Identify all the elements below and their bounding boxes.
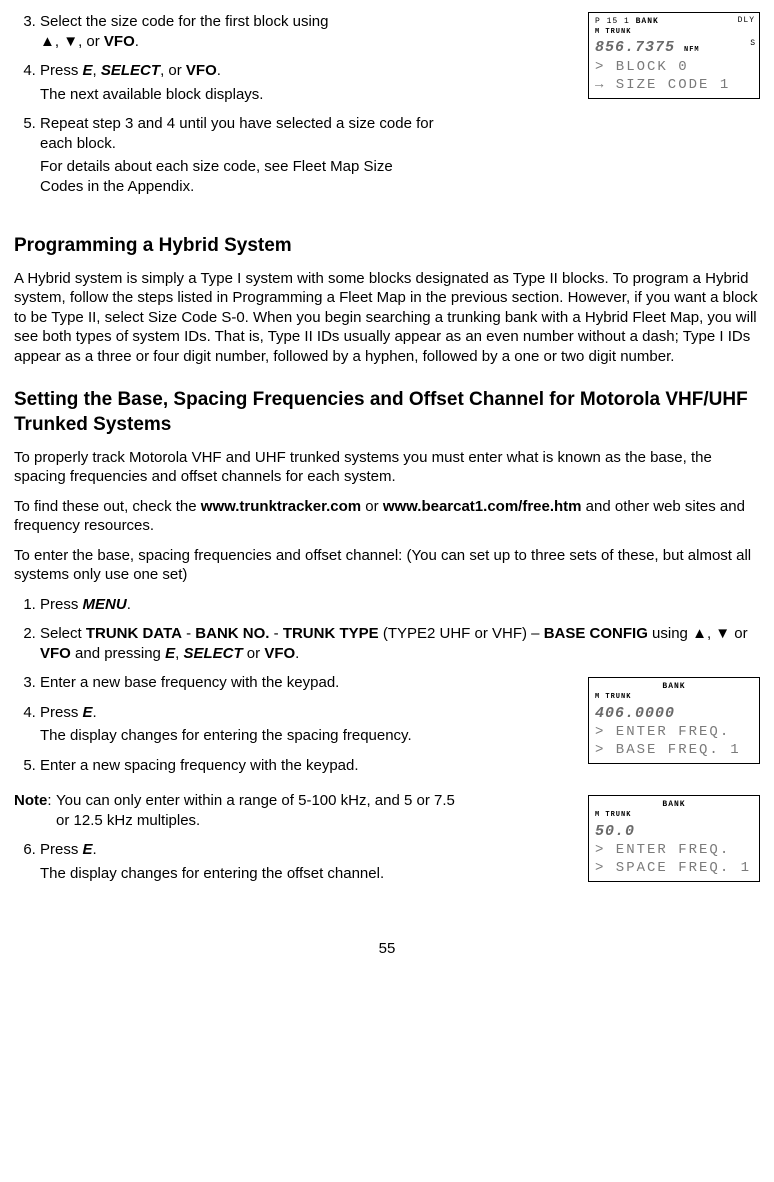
link-bearcat: www.bearcat1.com/free.htm (383, 498, 582, 515)
lcd1-nfm: NFM (684, 46, 700, 54)
lcd1-dly: DLY (738, 16, 755, 26)
lcd2-frequency: 406.0000 (595, 705, 675, 722)
select-key: SELECT (183, 645, 242, 662)
lcd2-line2: > BASE FREQ. 1 (595, 741, 753, 759)
step-5: Repeat step 3 and 4 until you have selec… (40, 114, 760, 196)
lcd-screenshot-1: P 15 1 BANK DLY M TRUNK 856.7375 NFM S >… (588, 12, 760, 99)
paragraph-base-2: To find these out, check the www.trunktr… (14, 497, 760, 536)
e-key: E (83, 704, 93, 721)
down-arrow-icon: ▼ (715, 625, 730, 642)
lcd2-line1: > ENTER FREQ. (595, 723, 753, 741)
step-5-sub: For details about each size code, see Fl… (40, 157, 440, 196)
bstep-6-sub: The display changes for entering the off… (40, 864, 440, 884)
lcd3-line2: > SPACE FREQ. 1 (595, 859, 753, 877)
lcd1-bank-label: BANK (636, 17, 659, 26)
vfo-key: VFO (40, 645, 71, 662)
link-trunktracker: www.trunktracker.com (201, 498, 361, 515)
lcd3-line1: > ENTER FREQ. (595, 841, 753, 859)
heading-hybrid: Programming a Hybrid System (14, 234, 760, 259)
lcd1-line2: → SIZE CODE 1 (595, 76, 753, 94)
lcd3-bank-label: BANK (662, 800, 685, 809)
lcd3-mode: M TRUNK (595, 811, 753, 820)
page-number: 55 (14, 939, 760, 959)
up-arrow-icon: ▲ (692, 625, 707, 642)
vfo-key: VFO (264, 645, 295, 662)
paragraph-base-3: To enter the base, spacing frequencies a… (14, 546, 760, 585)
lcd1-line1: > BLOCK 0 (595, 58, 753, 76)
vfo-key: VFO (186, 62, 217, 79)
step-4-sub: The next available block displays. (40, 85, 576, 105)
bstep-1: Press MENU. (40, 595, 760, 615)
lcd-screenshot-3: BANK M TRUNK 50.0 > ENTER FREQ. > SPACE … (588, 795, 760, 882)
page-content: P 15 1 BANK DLY M TRUNK 856.7375 NFM S >… (14, 12, 760, 959)
lcd1-topleft: P 15 1 (595, 17, 630, 26)
lcd-screenshot-2: BANK M TRUNK 406.0000 > ENTER FREQ. > BA… (588, 677, 760, 764)
vfo-key: VFO (104, 33, 135, 50)
up-arrow-icon: ▲ (40, 33, 55, 50)
bstep-2: Select TRUNK DATA - BANK NO. - TRUNK TYP… (40, 624, 760, 663)
select-key: SELECT (101, 62, 160, 79)
note-text: You can only enter within a range of 5-1… (56, 791, 456, 830)
note-block: Note: You can only enter within a range … (14, 791, 576, 830)
lcd2-bank-label: BANK (662, 682, 685, 691)
paragraph-base-1: To properly track Motorola VHF and UHF t… (14, 448, 760, 487)
heading-base: Setting the Base, Spacing Frequencies an… (14, 388, 760, 437)
note-label: Note (14, 792, 47, 809)
bstep-4-sub: The display changes for entering the spa… (40, 726, 440, 746)
lcd3-frequency: 50.0 (595, 823, 635, 840)
lcd1-mode: M TRUNK (595, 28, 753, 37)
down-arrow-icon: ▼ (63, 33, 78, 50)
e-key: E (83, 62, 93, 79)
paragraph-hybrid: A Hybrid system is simply a Type I syste… (14, 269, 760, 367)
e-key: E (83, 841, 93, 858)
menu-key: MENU (83, 596, 127, 613)
lcd2-mode: M TRUNK (595, 693, 753, 702)
lcd1-s-label: S (750, 39, 755, 49)
lcd1-frequency: 856.7375 (595, 39, 675, 56)
e-key: E (165, 645, 175, 662)
steps-list-b: Press MENU. Select TRUNK DATA - BANK NO.… (14, 595, 760, 776)
